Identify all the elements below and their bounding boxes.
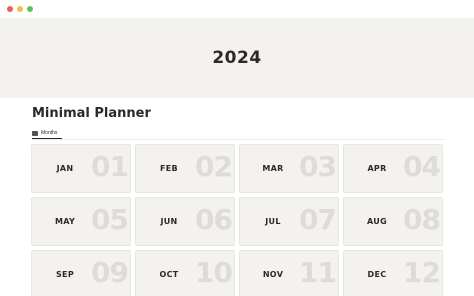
page-title: Minimal Planner: [32, 106, 151, 121]
month-name: JAN: [56, 164, 74, 173]
cover-banner: 2024: [0, 18, 474, 98]
month-card-jan[interactable]: JAN 01: [31, 144, 131, 193]
maximize-window-button[interactable]: [27, 6, 33, 12]
month-number: 05: [91, 203, 129, 236]
month-number: 10: [195, 256, 233, 289]
month-name: NOV: [262, 270, 284, 279]
month-number: 03: [299, 150, 337, 183]
month-card-may[interactable]: MAY 05: [31, 197, 131, 246]
month-number: 07: [299, 203, 337, 236]
window-titlebar: [0, 0, 474, 18]
month-card-aug[interactable]: AUG 08: [343, 197, 443, 246]
month-number: 04: [403, 150, 441, 183]
month-name: JUL: [265, 217, 281, 226]
month-name: DEC: [367, 270, 387, 279]
month-card-mar[interactable]: MAR 03: [239, 144, 339, 193]
month-card-nov[interactable]: NOV 11: [239, 250, 339, 296]
tab-months-label: Months: [41, 130, 58, 136]
month-name: AUG: [367, 217, 387, 226]
month-card-dec[interactable]: DEC 12: [343, 250, 443, 296]
month-name: MAY: [54, 217, 76, 226]
month-name: OCT: [159, 270, 179, 279]
app-window: 2024 Minimal Planner Months JAN 01 FEB 02 …: [0, 0, 474, 296]
minimize-window-button[interactable]: [17, 6, 23, 12]
month-name: APR: [367, 164, 387, 173]
month-name: JUN: [160, 217, 178, 226]
month-number: 11: [299, 256, 337, 289]
cover-title: 2024: [212, 48, 262, 68]
month-number: 01: [91, 150, 129, 183]
tab-divider: [32, 139, 444, 140]
month-name: FEB: [160, 164, 178, 173]
table-icon: [32, 130, 38, 136]
month-number: 12: [403, 256, 441, 289]
month-number: 02: [195, 150, 233, 183]
month-name: MAR: [262, 164, 284, 173]
month-card-sep[interactable]: SEP 09: [31, 250, 131, 296]
month-number: 09: [91, 256, 129, 289]
month-number: 08: [403, 203, 441, 236]
month-card-feb[interactable]: FEB 02: [135, 144, 235, 193]
month-card-jun[interactable]: JUN 06: [135, 197, 235, 246]
close-window-button[interactable]: [7, 6, 13, 12]
month-number: 06: [195, 203, 233, 236]
month-card-oct[interactable]: OCT 10: [135, 250, 235, 296]
month-gallery: JAN 01 FEB 02 MAR 03 APR 04 MAY 05 JUN 06 JUL 0…: [31, 144, 445, 296]
month-card-apr[interactable]: APR 04: [343, 144, 443, 193]
month-name: SEP: [56, 270, 74, 279]
month-card-jul[interactable]: JUL 07: [239, 197, 339, 246]
